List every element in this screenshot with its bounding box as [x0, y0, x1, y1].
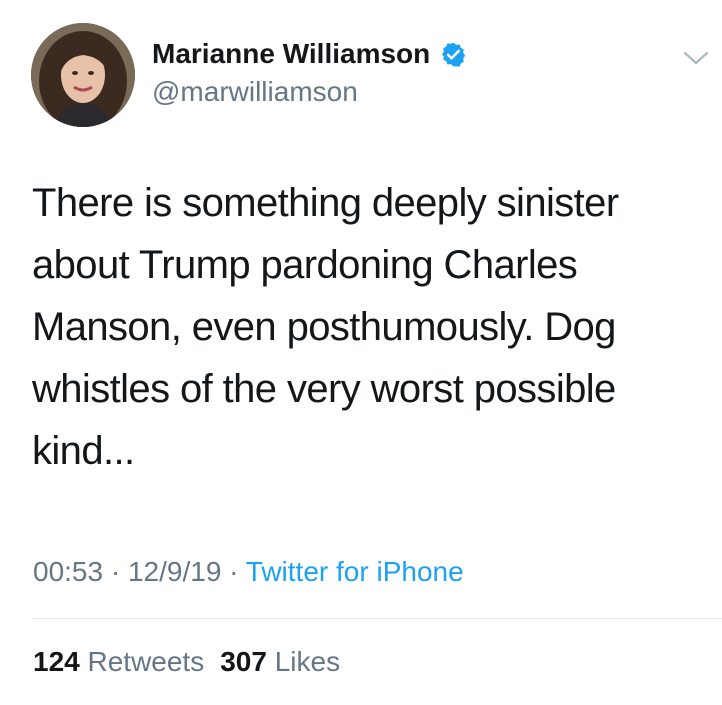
verified-badge-icon [442, 42, 466, 67]
tweet-stats: 124 Retweets 307 Likes [33, 646, 340, 678]
tweet-line: Manson, even posthumously. Dog [32, 305, 616, 349]
avatar-photo [31, 23, 135, 127]
tweet-line: kind... [32, 429, 135, 473]
retweets-stat[interactable]: 124 Retweets [33, 646, 204, 677]
tweet-line: whistles of the very worst possible [32, 367, 616, 411]
likes-count: 307 [220, 646, 267, 677]
tweet-source-link[interactable]: Twitter for iPhone [246, 556, 464, 587]
tweet-time: 00:53 [33, 556, 104, 587]
tweet-line: There is something deeply sinister [32, 181, 619, 225]
avatar[interactable] [31, 23, 135, 127]
chevron-down-icon[interactable] [683, 50, 709, 66]
tweet-meta: 00:53 · 12/9/19 · Twitter for iPhone [33, 556, 464, 588]
retweets-label: Retweets [79, 646, 205, 677]
tweet-date: 12/9/19 [127, 556, 222, 587]
divider [32, 618, 722, 619]
meta-separator: · [221, 556, 246, 587]
likes-label: Likes [266, 646, 341, 677]
meta-separator: · [103, 556, 128, 587]
author-name-text: Marianne Williamson [152, 38, 431, 69]
tweet-text: There is something deeply sinister about… [32, 172, 672, 482]
author-name[interactable]: Marianne Williamson [152, 38, 467, 70]
tweet-line: about Trump pardoning Charles [32, 243, 578, 287]
retweets-count: 124 [33, 646, 80, 677]
likes-stat[interactable]: 307 Likes [220, 646, 340, 677]
author-handle[interactable]: @marwilliamson [152, 76, 358, 108]
